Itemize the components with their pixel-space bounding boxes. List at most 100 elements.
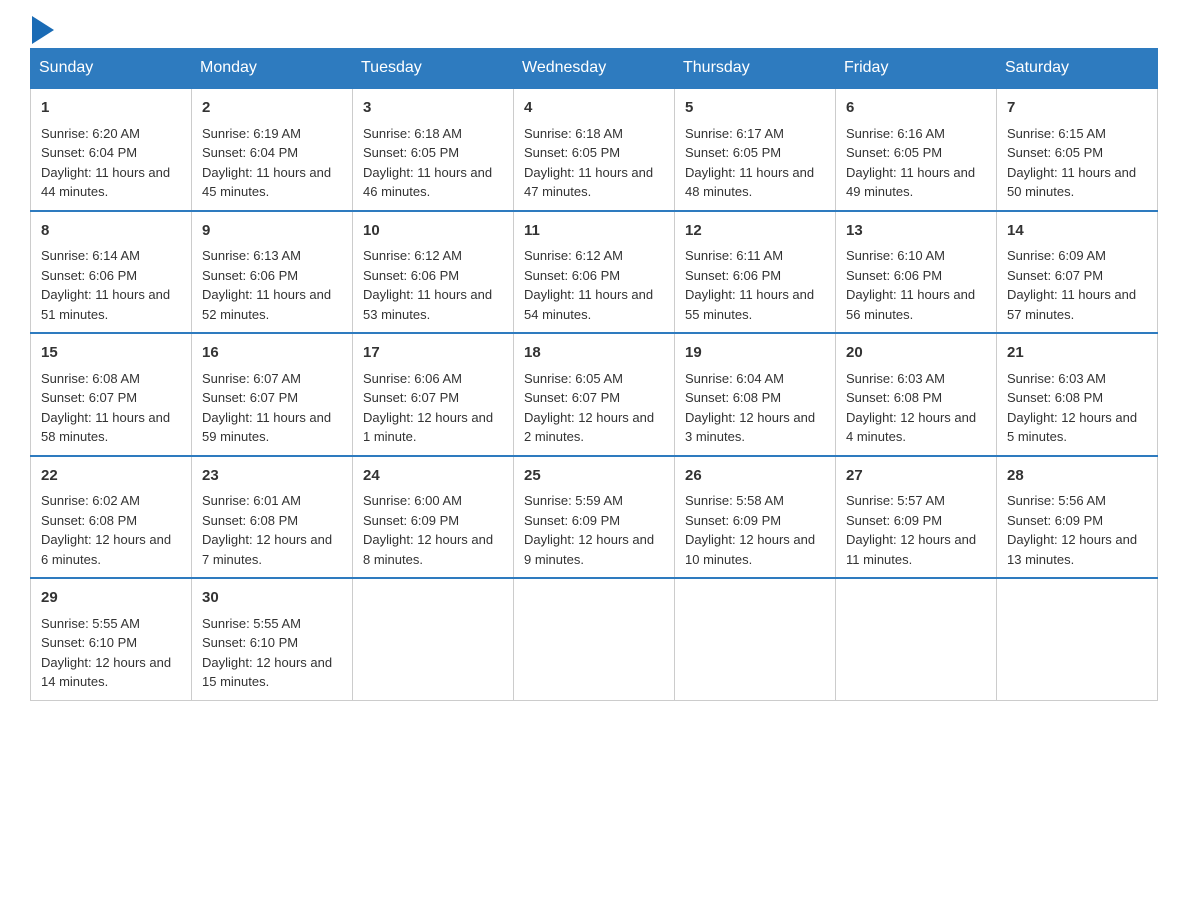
- day-number: 15: [41, 342, 181, 365]
- day-number: 6: [846, 97, 986, 120]
- calendar-day-cell: 17 Sunrise: 6:06 AMSunset: 6:07 PMDayligh…: [353, 333, 514, 456]
- calendar-day-header: Sunday: [31, 49, 192, 89]
- logo-triangle-icon: [32, 16, 54, 44]
- day-number: 7: [1007, 97, 1147, 120]
- day-number: 26: [685, 465, 825, 488]
- day-info: Sunrise: 6:03 AMSunset: 6:08 PMDaylight:…: [846, 371, 976, 445]
- calendar-day-cell: 23 Sunrise: 6:01 AMSunset: 6:08 PMDayligh…: [192, 456, 353, 579]
- day-info: Sunrise: 6:17 AMSunset: 6:05 PMDaylight:…: [685, 126, 814, 200]
- day-number: 21: [1007, 342, 1147, 365]
- day-info: Sunrise: 5:56 AMSunset: 6:09 PMDaylight:…: [1007, 493, 1137, 567]
- day-number: 30: [202, 587, 342, 610]
- day-info: Sunrise: 5:55 AMSunset: 6:10 PMDaylight:…: [202, 616, 332, 690]
- calendar-day-cell: 20 Sunrise: 6:03 AMSunset: 6:08 PMDayligh…: [836, 333, 997, 456]
- day-number: 17: [363, 342, 503, 365]
- calendar-day-cell: 18Sunrise: 6:05 AMSunset: 6:07 PMDayligh…: [514, 333, 675, 456]
- calendar-day-cell: 4 Sunrise: 6:18 AMSunset: 6:05 PMDaylight…: [514, 88, 675, 211]
- day-number: 18: [524, 342, 664, 365]
- day-info: Sunrise: 6:10 AMSunset: 6:06 PMDaylight:…: [846, 248, 975, 322]
- calendar-day-cell: 22 Sunrise: 6:02 AMSunset: 6:08 PMDayligh…: [31, 456, 192, 579]
- day-info: Sunrise: 6:18 AMSunset: 6:05 PMDaylight:…: [524, 126, 653, 200]
- calendar-day-cell: 26 Sunrise: 5:58 AMSunset: 6:09 PMDayligh…: [675, 456, 836, 579]
- calendar-week-row: 22 Sunrise: 6:02 AMSunset: 6:08 PMDayligh…: [31, 456, 1158, 579]
- calendar-day-header: Friday: [836, 49, 997, 89]
- day-number: 2: [202, 97, 342, 120]
- calendar-day-cell: [675, 578, 836, 700]
- day-number: 29: [41, 587, 181, 610]
- day-number: 4: [524, 97, 664, 120]
- day-info: Sunrise: 6:01 AMSunset: 6:08 PMDaylight:…: [202, 493, 332, 567]
- day-info: Sunrise: 6:00 AMSunset: 6:09 PMDaylight:…: [363, 493, 493, 567]
- calendar-day-cell: 19 Sunrise: 6:04 AMSunset: 6:08 PMDayligh…: [675, 333, 836, 456]
- day-info: Sunrise: 6:12 AMSunset: 6:06 PMDaylight:…: [524, 248, 653, 322]
- day-number: 27: [846, 465, 986, 488]
- day-info: Sunrise: 6:08 AMSunset: 6:07 PMDaylight:…: [41, 371, 170, 445]
- calendar-day-cell: [514, 578, 675, 700]
- calendar-day-cell: 6Sunrise: 6:16 AMSunset: 6:05 PMDaylight…: [836, 88, 997, 211]
- day-number: 9: [202, 220, 342, 243]
- calendar-table: SundayMondayTuesdayWednesdayThursdayFrid…: [30, 48, 1158, 701]
- calendar-day-cell: 15 Sunrise: 6:08 AMSunset: 6:07 PMDayligh…: [31, 333, 192, 456]
- calendar-day-cell: [997, 578, 1158, 700]
- calendar-day-cell: [836, 578, 997, 700]
- day-info: Sunrise: 6:06 AMSunset: 6:07 PMDaylight:…: [363, 371, 493, 445]
- calendar-header-row: SundayMondayTuesdayWednesdayThursdayFrid…: [31, 49, 1158, 89]
- day-number: 3: [363, 97, 503, 120]
- page-header: [30, 20, 1158, 38]
- day-number: 8: [41, 220, 181, 243]
- day-info: Sunrise: 6:09 AMSunset: 6:07 PMDaylight:…: [1007, 248, 1136, 322]
- day-number: 23: [202, 465, 342, 488]
- calendar-day-cell: 14 Sunrise: 6:09 AMSunset: 6:07 PMDayligh…: [997, 211, 1158, 334]
- day-number: 5: [685, 97, 825, 120]
- calendar-day-cell: 29 Sunrise: 5:55 AMSunset: 6:10 PMDayligh…: [31, 578, 192, 700]
- day-info: Sunrise: 6:13 AMSunset: 6:06 PMDaylight:…: [202, 248, 331, 322]
- calendar-day-cell: 30 Sunrise: 5:55 AMSunset: 6:10 PMDayligh…: [192, 578, 353, 700]
- day-info: Sunrise: 5:58 AMSunset: 6:09 PMDaylight:…: [685, 493, 815, 567]
- day-info: Sunrise: 5:59 AMSunset: 6:09 PMDaylight:…: [524, 493, 654, 567]
- day-number: 19: [685, 342, 825, 365]
- day-info: Sunrise: 6:12 AMSunset: 6:06 PMDaylight:…: [363, 248, 492, 322]
- calendar-week-row: 8 Sunrise: 6:14 AMSunset: 6:06 PMDaylight…: [31, 211, 1158, 334]
- calendar-day-cell: 13 Sunrise: 6:10 AMSunset: 6:06 PMDayligh…: [836, 211, 997, 334]
- calendar-week-row: 29 Sunrise: 5:55 AMSunset: 6:10 PMDayligh…: [31, 578, 1158, 700]
- day-number: 11: [524, 220, 664, 243]
- day-info: Sunrise: 5:57 AMSunset: 6:09 PMDaylight:…: [846, 493, 976, 567]
- day-info: Sunrise: 6:02 AMSunset: 6:08 PMDaylight:…: [41, 493, 171, 567]
- calendar-day-cell: 16Sunrise: 6:07 AMSunset: 6:07 PMDayligh…: [192, 333, 353, 456]
- calendar-week-row: 15 Sunrise: 6:08 AMSunset: 6:07 PMDayligh…: [31, 333, 1158, 456]
- calendar-day-cell: 9 Sunrise: 6:13 AMSunset: 6:06 PMDaylight…: [192, 211, 353, 334]
- day-info: Sunrise: 6:11 AMSunset: 6:06 PMDaylight:…: [685, 248, 814, 322]
- day-number: 13: [846, 220, 986, 243]
- calendar-day-cell: 7 Sunrise: 6:15 AMSunset: 6:05 PMDaylight…: [997, 88, 1158, 211]
- calendar-day-cell: 21 Sunrise: 6:03 AMSunset: 6:08 PMDayligh…: [997, 333, 1158, 456]
- day-info: Sunrise: 6:03 AMSunset: 6:08 PMDaylight:…: [1007, 371, 1137, 445]
- day-info: Sunrise: 6:18 AMSunset: 6:05 PMDaylight:…: [363, 126, 492, 200]
- calendar-day-cell: 27 Sunrise: 5:57 AMSunset: 6:09 PMDayligh…: [836, 456, 997, 579]
- day-info: Sunrise: 5:55 AMSunset: 6:10 PMDaylight:…: [41, 616, 171, 690]
- day-info: Sunrise: 6:04 AMSunset: 6:08 PMDaylight:…: [685, 371, 815, 445]
- logo: [30, 20, 54, 38]
- day-number: 20: [846, 342, 986, 365]
- day-number: 12: [685, 220, 825, 243]
- day-number: 10: [363, 220, 503, 243]
- calendar-day-header: Monday: [192, 49, 353, 89]
- calendar-day-cell: 24 Sunrise: 6:00 AMSunset: 6:09 PMDayligh…: [353, 456, 514, 579]
- calendar-week-row: 1Sunrise: 6:20 AMSunset: 6:04 PMDaylight…: [31, 88, 1158, 211]
- day-number: 14: [1007, 220, 1147, 243]
- calendar-day-cell: [353, 578, 514, 700]
- calendar-day-cell: 2 Sunrise: 6:19 AMSunset: 6:04 PMDaylight…: [192, 88, 353, 211]
- calendar-day-cell: 28Sunrise: 5:56 AMSunset: 6:09 PMDayligh…: [997, 456, 1158, 579]
- calendar-day-cell: 25 Sunrise: 5:59 AMSunset: 6:09 PMDayligh…: [514, 456, 675, 579]
- day-number: 22: [41, 465, 181, 488]
- calendar-day-header: Wednesday: [514, 49, 675, 89]
- day-info: Sunrise: 6:19 AMSunset: 6:04 PMDaylight:…: [202, 126, 331, 200]
- day-number: 16: [202, 342, 342, 365]
- day-info: Sunrise: 6:14 AMSunset: 6:06 PMDaylight:…: [41, 248, 170, 322]
- calendar-day-cell: 3 Sunrise: 6:18 AMSunset: 6:05 PMDaylight…: [353, 88, 514, 211]
- calendar-day-header: Thursday: [675, 49, 836, 89]
- calendar-day-cell: 11 Sunrise: 6:12 AMSunset: 6:06 PMDayligh…: [514, 211, 675, 334]
- day-number: 24: [363, 465, 503, 488]
- day-number: 25: [524, 465, 664, 488]
- calendar-day-header: Saturday: [997, 49, 1158, 89]
- day-info: Sunrise: 6:15 AMSunset: 6:05 PMDaylight:…: [1007, 126, 1136, 200]
